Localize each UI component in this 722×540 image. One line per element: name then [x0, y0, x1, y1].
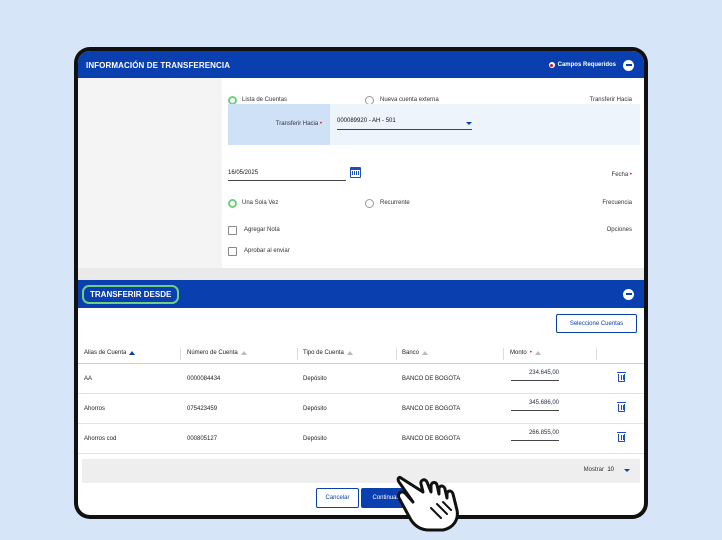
table-header: Alias de Cuenta Número de Cuenta Tipo de…: [78, 344, 644, 364]
column-divider: [297, 348, 298, 360]
checkbox-agregar-nota[interactable]: [228, 226, 237, 235]
col-alias[interactable]: Alias de Cuenta: [84, 350, 136, 356]
cell-tipo: Depósito: [303, 406, 327, 412]
page-size-value[interactable]: 10: [607, 467, 614, 473]
fecha-input[interactable]: 16/05/2025: [228, 170, 346, 181]
col-banco[interactable]: Banco: [402, 350, 429, 356]
form-label-column: [78, 78, 222, 268]
device-frame: INFORMACIÓN DE TRANSFERENCIA Campos Requ…: [74, 47, 648, 519]
sort-up-icon: [534, 351, 541, 355]
col-tipo[interactable]: Tipo de Cuenta: [303, 350, 353, 356]
transfer-from-title: TRANSFERIR DESDE: [82, 284, 180, 304]
cell-banco: BANCO DE BOGOTA: [402, 376, 461, 382]
column-divider: [503, 348, 504, 360]
destination-label: Transferir Hacia •: [276, 121, 322, 127]
radio-recurrente-label: Recurrente: [380, 200, 410, 206]
col-monto[interactable]: Monto •: [510, 350, 541, 356]
checkbox-agregar-nota-label: Agregar Nota: [244, 227, 280, 233]
checkbox-aprobar[interactable]: [228, 247, 237, 256]
accounts-table: Alias de Cuenta Número de Cuenta Tipo de…: [78, 344, 644, 454]
cell-banco: BANCO DE BOGOTA: [402, 406, 461, 412]
chevron-down-icon[interactable]: [624, 469, 630, 472]
frecuencia-label: Frecuencia: [602, 200, 632, 206]
destination-account-box: Transferir Hacia • 000089920 - AH - 501: [228, 104, 640, 145]
trash-icon[interactable]: [617, 372, 626, 382]
amount-input[interactable]: 266.855,00: [511, 430, 559, 441]
radio-una-sola-vez-label: Una Sola Vez: [242, 200, 279, 206]
calendar-icon[interactable]: [350, 167, 361, 178]
col-tipo-label: Tipo de Cuenta: [303, 350, 344, 356]
selected-account-value: 000089920 - AH - 501: [337, 118, 396, 124]
table-footer: Mostrar 10: [82, 459, 640, 483]
cell-numero: 075423459: [187, 406, 218, 412]
destination-label-text: Transferir Hacia: [275, 121, 319, 127]
cancel-button[interactable]: Cancelar: [316, 488, 359, 508]
sort-up-icon: [346, 351, 353, 355]
destination-account-select[interactable]: 000089920 - AH - 501: [337, 118, 472, 130]
trash-icon[interactable]: [617, 402, 626, 412]
col-monto-label: Monto: [510, 350, 527, 356]
transferir-hacia-label: Transferir Hacia: [589, 97, 632, 103]
column-divider: [596, 348, 597, 360]
radio-una-sola-vez[interactable]: [228, 199, 237, 208]
destination-label-cell: Transferir Hacia •: [228, 104, 330, 145]
app-screen: INFORMACIÓN DE TRANSFERENCIA Campos Requ…: [78, 51, 644, 515]
sort-up-icon: [240, 351, 247, 355]
trash-icon[interactable]: [617, 432, 626, 442]
transfer-info-form: Transferir Hacia Lista de Cuentas Nueva …: [78, 78, 644, 268]
radio-lista-cuentas-label: Lista de Cuentas: [242, 97, 288, 103]
cell-numero: 000805127: [187, 436, 218, 442]
required-fields-label: Campos Requeridos: [557, 62, 616, 68]
transfer-from-header: TRANSFERIR DESDE: [78, 280, 644, 308]
sort-up-icon: [422, 351, 429, 355]
sort-up-icon: [129, 351, 136, 355]
cell-tipo: Depósito: [303, 436, 327, 442]
radio-recurrente[interactable]: [365, 199, 374, 208]
required-dot-icon: [548, 62, 555, 68]
cell-alias: AA: [84, 376, 93, 382]
column-divider: [396, 348, 397, 360]
col-banco-label: Banco: [402, 350, 420, 356]
col-numero-label: Número de Cuenta: [187, 350, 238, 356]
required-star: •: [629, 172, 632, 178]
mostrar-label: Mostrar: [583, 467, 604, 473]
cell-tipo: Depósito: [303, 376, 327, 382]
chevron-down-icon: [466, 122, 472, 125]
cell-alias: Ahorros cod: [84, 436, 117, 442]
table-row: AA 0000084434 Depósito BANCO DE BOGOTA 2…: [78, 364, 644, 394]
hand-pointer-icon: [396, 475, 459, 532]
fecha-label-text: Fecha: [611, 172, 629, 178]
checkbox-aprobar-label: Aprobar al enviar: [244, 248, 290, 254]
collapse-info-button[interactable]: [623, 59, 634, 71]
col-numero[interactable]: Número de Cuenta: [187, 350, 247, 356]
cell-alias: Ahorros: [84, 406, 106, 412]
select-accounts-button[interactable]: Seleccione Cuentas: [556, 314, 637, 333]
radio-nueva-cuenta-label: Nueva cuenta externa: [380, 97, 439, 103]
section-divider: [78, 268, 644, 280]
required-star: •: [529, 350, 532, 356]
fecha-label: Fecha •: [500, 172, 644, 178]
transfer-info-title: INFORMACIÓN DE TRANSFERENCIA: [86, 60, 231, 70]
cell-numero: 0000084434: [187, 376, 221, 382]
transfer-info-header: INFORMACIÓN DE TRANSFERENCIA Campos Requ…: [78, 51, 644, 79]
fecha-value: 16/05/2025: [228, 170, 259, 176]
opciones-label: Opciones: [606, 227, 632, 233]
col-alias-label: Alias de Cuenta: [84, 350, 127, 356]
column-divider: [180, 348, 181, 360]
cell-banco: BANCO DE BOGOTA: [402, 436, 461, 442]
required-fields-note: Campos Requeridos: [548, 62, 616, 68]
collapse-from-button[interactable]: [623, 288, 634, 300]
table-row: Ahorros cod 000805127 Depósito BANCO DE …: [78, 424, 644, 454]
amount-input[interactable]: 345.686,00: [511, 400, 559, 411]
amount-input[interactable]: 234.645,00: [511, 370, 559, 381]
required-star: •: [319, 121, 322, 127]
table-row: Ahorros 075423459 Depósito BANCO DE BOGO…: [78, 394, 644, 424]
